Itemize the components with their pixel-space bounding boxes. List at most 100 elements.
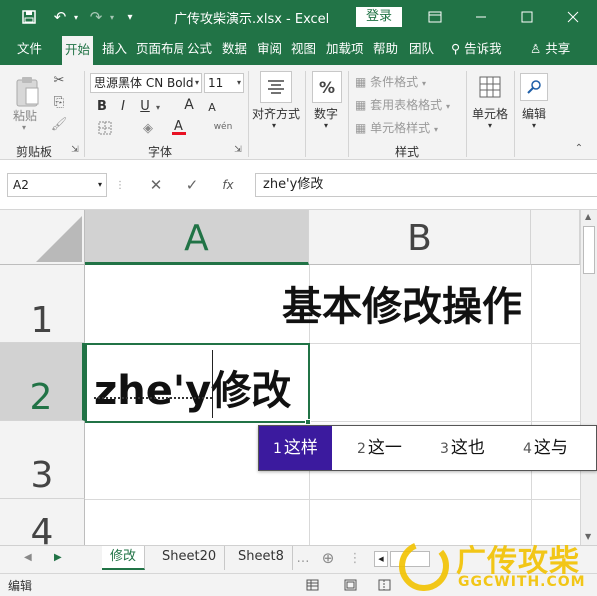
page-break-view-icon[interactable] xyxy=(376,577,392,593)
worksheet-grid[interactable]: A B 1 2 3 4 基本修改操作 zhe'y修改 xyxy=(0,210,580,545)
ribbon-display-icon[interactable] xyxy=(412,0,458,33)
grow-font-button[interactable]: A xyxy=(181,95,197,115)
tab-view[interactable]: 视图 xyxy=(288,33,319,65)
close-icon[interactable] xyxy=(550,0,596,33)
row-header-2[interactable]: 2 xyxy=(0,343,85,421)
shrink-font-button[interactable]: A xyxy=(204,97,220,117)
ribbon: 粘贴 ▾ ✂ ⎘ 🖌 剪贴板 ⇲ 思源黑体 CN Bold ▾ 11 ▾ B I… xyxy=(0,65,597,160)
chevron-down-icon[interactable]: ▾ xyxy=(272,121,276,130)
resize-handle-icon[interactable]: ⋮ xyxy=(115,178,125,192)
paste-dropdown-icon[interactable]: ▾ xyxy=(22,123,26,132)
scroll-up-icon[interactable]: ▲ xyxy=(585,212,591,221)
tab-team[interactable]: 团队 xyxy=(406,33,437,65)
sheet-prev-icon[interactable]: ◀ xyxy=(24,552,32,563)
paste-icon[interactable] xyxy=(12,73,42,111)
conditional-formatting-icon: ▦ xyxy=(355,75,367,89)
underline-button[interactable]: U xyxy=(137,97,153,115)
cut-icon[interactable]: ✂ xyxy=(50,71,68,89)
ime-candidate-4[interactable]: 4 这与 xyxy=(523,426,568,470)
cell-styles-button[interactable]: ▦ 单元格样式 ▾ xyxy=(355,119,438,136)
chevron-down-icon[interactable]: ▾ xyxy=(324,121,328,130)
tab-review[interactable]: 审阅 xyxy=(254,33,285,65)
ime-candidate-2[interactable]: 2 这一 xyxy=(357,426,402,470)
bold-button[interactable]: B xyxy=(94,97,110,115)
sheet-tab-active[interactable]: 修改 xyxy=(102,546,146,570)
formula-input[interactable]: zhe'y修改 xyxy=(255,173,597,197)
window-title: 广传攻柴演示.xlsx - Excel xyxy=(174,12,330,27)
underline-dropdown-icon[interactable]: ▾ xyxy=(153,98,163,116)
redo-dropdown-icon[interactable]: ▾ xyxy=(102,7,122,27)
select-all-button[interactable] xyxy=(0,210,85,265)
tell-me-search[interactable]: ⚲ 告诉我 xyxy=(448,33,505,65)
clipboard-launcher-icon[interactable]: ⇲ xyxy=(69,143,81,157)
find-icon[interactable] xyxy=(520,73,548,101)
column-header-c[interactable] xyxy=(531,210,580,265)
tab-formulas[interactable]: 公式 xyxy=(184,33,215,65)
font-color-icon[interactable]: A xyxy=(170,117,188,137)
tab-file[interactable]: 文件 xyxy=(14,33,45,65)
italic-button[interactable]: I xyxy=(115,97,131,115)
tab-addins[interactable]: 加载项 xyxy=(323,33,367,65)
row-header-4[interactable]: 4 xyxy=(0,499,85,545)
conditional-formatting-button[interactable]: ▦ 条件格式 ▾ xyxy=(355,73,426,90)
chevron-down-icon: ▾ xyxy=(97,180,102,189)
name-box[interactable]: A2 ▾ xyxy=(7,173,107,197)
vertical-scrollbar[interactable]: ▲ ▼ xyxy=(580,210,597,545)
share-button[interactable]: ♙ 共享 xyxy=(527,33,573,65)
row-header-1[interactable]: 1 xyxy=(0,265,85,343)
cancel-edit-icon[interactable]: ✕ xyxy=(146,175,166,195)
font-group-label: 字体 xyxy=(148,145,173,159)
sheet-tabs-bar: ◀ ▶ 修改 Sheet20 Sheet8 … ⊕ ⋮ ◀ xyxy=(0,545,597,573)
scroll-down-icon[interactable]: ▼ xyxy=(585,532,591,541)
confirm-edit-icon[interactable]: ✓ xyxy=(182,175,202,195)
format-painter-icon[interactable]: 🖌 xyxy=(50,115,68,133)
login-button[interactable]: 登录 xyxy=(356,7,402,27)
cell-a2[interactable]: zhe'y修改 xyxy=(94,358,291,416)
hscroll-split-icon[interactable]: ⋮ xyxy=(349,549,362,567)
percent-icon[interactable]: % xyxy=(312,71,342,103)
scrollbar-thumb[interactable] xyxy=(583,226,595,274)
fill-color-icon[interactable]: ◈ xyxy=(137,119,159,137)
font-launcher-icon[interactable]: ⇲ xyxy=(232,143,244,157)
save-icon[interactable] xyxy=(19,7,39,27)
page-layout-view-icon[interactable] xyxy=(342,577,358,593)
row-header-3[interactable]: 3 xyxy=(0,421,85,499)
normal-view-icon[interactable] xyxy=(304,577,320,593)
tab-help[interactable]: 帮助 xyxy=(370,33,401,65)
more-sheets-icon[interactable]: … xyxy=(296,549,310,567)
sheet-tab[interactable]: Sheet20 xyxy=(154,546,226,570)
ime-candidate-1[interactable]: 1 这样 xyxy=(259,426,332,470)
copy-icon[interactable]: ⎘ xyxy=(50,93,68,111)
borders-icon[interactable] xyxy=(94,119,116,137)
add-sheet-icon[interactable]: ⊕ xyxy=(318,549,338,567)
format-as-table-button[interactable]: ▦ 套用表格格式 ▾ xyxy=(355,96,450,113)
column-header-a[interactable]: A xyxy=(85,210,309,265)
tab-home[interactable]: 开始 xyxy=(62,36,94,65)
phonetic-guide-icon[interactable]: wén xyxy=(212,117,234,137)
font-name-select[interactable]: 思源黑体 CN Bold ▾ xyxy=(90,73,202,93)
maximize-icon[interactable] xyxy=(504,0,550,33)
scroll-left-icon[interactable]: ◀ xyxy=(374,551,388,567)
cell-b1[interactable]: 基本修改操作 xyxy=(282,274,522,332)
sheet-next-icon[interactable]: ▶ xyxy=(54,552,62,563)
font-size-select[interactable]: 11 ▾ xyxy=(204,73,244,93)
collapse-ribbon-icon[interactable]: ⌃ xyxy=(572,141,586,155)
chevron-down-icon[interactable]: ▾ xyxy=(532,121,536,130)
cell-a2-text: 修改 xyxy=(211,368,292,414)
ime-candidate-3[interactable]: 3 这也 xyxy=(440,426,485,470)
minimize-icon[interactable] xyxy=(458,0,504,33)
tab-insert[interactable]: 插入 xyxy=(99,33,130,65)
tab-data[interactable]: 数据 xyxy=(219,33,250,65)
customize-qat-icon[interactable]: ▾ xyxy=(120,7,140,27)
tab-page-layout[interactable]: 页面布局 xyxy=(133,33,183,65)
insert-function-button[interactable]: fx xyxy=(216,175,240,195)
column-header-b[interactable]: B xyxy=(309,210,531,265)
alignment-label: 对齐方式 xyxy=(252,107,301,121)
cells-icon[interactable] xyxy=(476,73,504,101)
undo-dropdown-icon[interactable]: ▾ xyxy=(66,7,86,27)
alignment-icon[interactable] xyxy=(260,71,292,103)
hscroll-thumb[interactable] xyxy=(390,551,430,567)
sheet-tab[interactable]: Sheet8 xyxy=(230,546,293,570)
gridline xyxy=(531,265,532,545)
chevron-down-icon[interactable]: ▾ xyxy=(488,121,492,130)
